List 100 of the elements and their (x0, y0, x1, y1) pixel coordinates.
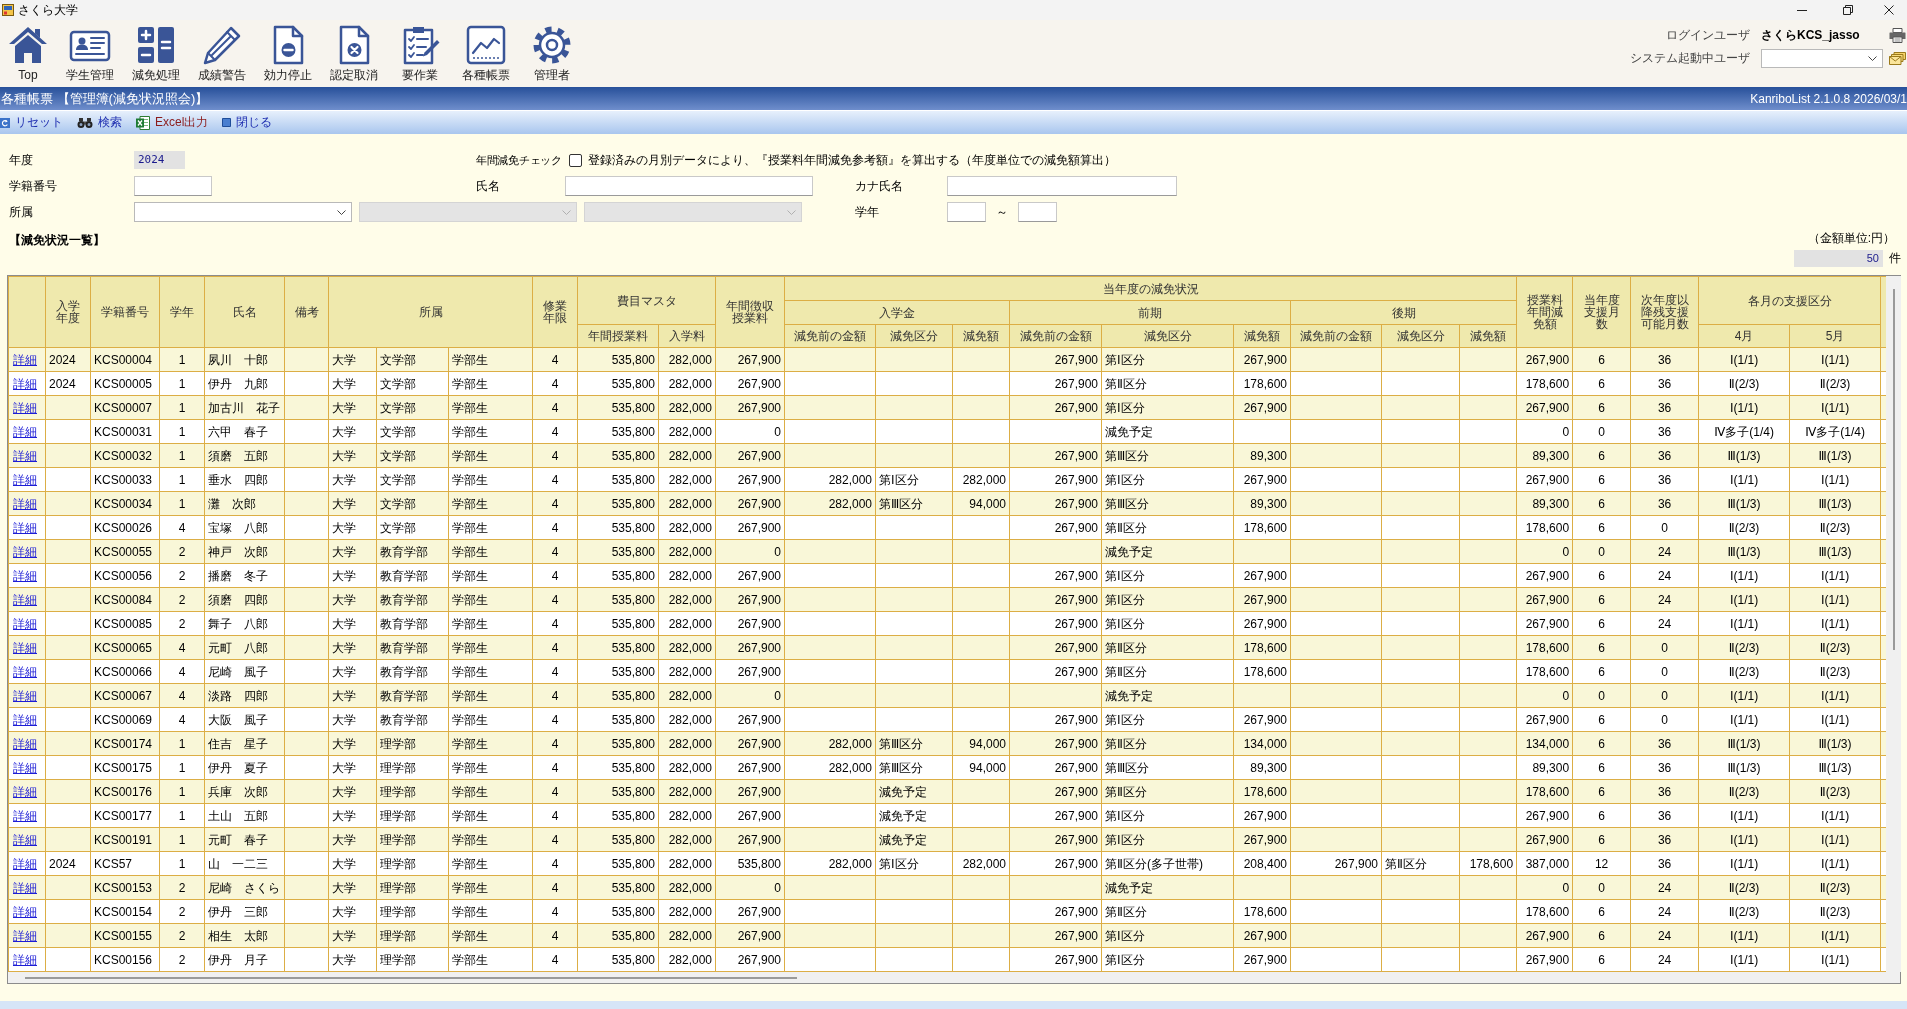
action-button[interactable]: Excel出力 (136, 112, 211, 133)
grade-to-field[interactable] (1018, 202, 1057, 222)
column-header: 入学年度 (45, 276, 91, 348)
chevron-down-icon (562, 209, 571, 215)
table-cell: 減免予定 (1101, 683, 1234, 708)
table-cell: Ⅰ(1/1) (1698, 395, 1790, 420)
record-count-field: 50 (1794, 250, 1883, 267)
affiliation-label: 所属 (9, 203, 34, 221)
table-cell: 267,900 (1009, 491, 1102, 516)
column-header: 当年度支援月数 (1572, 276, 1631, 348)
table-cell: 282,000 (784, 851, 876, 876)
table-cell: 第Ⅰ区分 (1101, 707, 1234, 732)
table-cell: 282,000 (784, 731, 876, 756)
table-cell: Ⅲ(1/3) (1789, 755, 1881, 780)
login-user-label: ログインユーザ (1665, 27, 1751, 44)
record-count-unit: 件 (1889, 250, 1901, 267)
table-cell: 第Ⅰ区分 (1101, 347, 1234, 372)
chevron-down-icon (787, 209, 796, 215)
table-cell: 282,000 (784, 467, 876, 492)
column-header: 所属 (328, 276, 533, 348)
table-cell: 267,900 (1009, 371, 1102, 396)
year-field[interactable]: 2024 (134, 151, 185, 169)
chevron-down-icon (337, 209, 346, 215)
table-cell: 第Ⅰ区分 (1101, 395, 1234, 420)
table-cell: Ⅰ(1/1) (1789, 587, 1881, 612)
window-title: さくら大学 (18, 1, 78, 19)
column-header: 後期 (1290, 300, 1517, 325)
spreadsheet-icon (136, 115, 150, 130)
toolbar-button[interactable]: 各種帳票 (454, 23, 518, 83)
kana-name-field[interactable] (947, 176, 1177, 196)
range-separator: ～ (996, 203, 1008, 221)
table-cell: 第Ⅰ区分 (1101, 563, 1234, 588)
table-cell: Ⅰ(1/1) (1698, 563, 1790, 588)
table-cell: Ⅱ(2/3) (1789, 635, 1881, 660)
table-cell: Ⅱ(2/3) (1698, 659, 1790, 684)
toolbar-button[interactable]: 管理者 (520, 23, 584, 83)
table-cell: 282,000 (784, 491, 876, 516)
toolbar-button[interactable]: 学生管理 (58, 23, 122, 83)
table-cell: 第Ⅱ区分 (1101, 779, 1234, 804)
table-cell: Ⅰ(1/1) (1698, 467, 1790, 492)
table-cell: Ⅰ(1/1) (1698, 587, 1790, 612)
action-button[interactable]: リセット (0, 112, 65, 133)
table-cell: 267,900 (1009, 635, 1102, 660)
table-cell: 第Ⅱ区分 (1101, 371, 1234, 396)
table-cell: Ⅱ(2/3) (1698, 875, 1790, 900)
table-cell: Ⅰ(1/1) (1698, 803, 1790, 828)
table-cell: 第Ⅲ区分 (1101, 443, 1234, 468)
table-cell: 第Ⅲ区分 (1101, 491, 1234, 516)
table-cell: Ⅱ(2/3) (1698, 515, 1790, 540)
checkbox[interactable] (569, 153, 582, 167)
table-cell: Ⅰ(1/1) (1789, 707, 1881, 732)
table-cell: Ⅰ(1/1) (1698, 683, 1790, 708)
line-chart-icon (465, 25, 507, 65)
grade-from-field[interactable] (947, 202, 986, 222)
table-cell: Ⅰ(1/1) (1698, 347, 1790, 372)
column-header: 費目マスタ (577, 276, 716, 325)
table-cell: 第Ⅱ区分 (1101, 515, 1234, 540)
annual-check-text: 登録済みの月別データにより、『授業料年間減免参考額』を算出する（年度単位での減免額算出） (588, 151, 1116, 169)
table-cell: 282,000 (784, 755, 876, 780)
minimize-icon (1797, 9, 1807, 11)
version-text: KanriboList 2.1.0.8 2026/03/1 (1750, 91, 1907, 106)
table-cell: 第Ⅰ区分 (1101, 803, 1234, 828)
name-field[interactable] (565, 176, 813, 196)
table-cell: Ⅰ(1/1) (1789, 803, 1881, 828)
active-users-dropdown[interactable] (1761, 49, 1883, 68)
table-cell: 267,900 (1009, 515, 1102, 540)
table-cell: Ⅲ(1/3) (1789, 539, 1881, 564)
active-users-label: システム起動中ユーザ (1630, 50, 1751, 67)
table-cell: Ⅲ(1/3) (1698, 491, 1790, 516)
table-cell: Ⅲ(1/3) (1789, 491, 1881, 516)
scrollbar-thumb[interactable] (25, 976, 797, 979)
envelopes-icon[interactable] (1889, 52, 1906, 65)
table-cell: Ⅱ(2/3) (1698, 635, 1790, 660)
toolbar-button[interactable]: 減免処理 (124, 23, 188, 83)
home-icon (7, 25, 49, 65)
student-number-field[interactable] (134, 176, 212, 196)
action-button[interactable]: 閉じる (222, 112, 275, 133)
affiliation-dropdown[interactable] (134, 202, 352, 222)
table-cell: 267,900 (1009, 563, 1102, 588)
table-cell: 第Ⅱ区分 (1101, 731, 1234, 756)
annual-check-label: 年間減免チェック (476, 152, 563, 168)
scrollbar-thumb[interactable] (1892, 289, 1895, 650)
toolbar-button[interactable]: 効力停止 (256, 23, 320, 83)
table-cell: Ⅱ(2/3) (1789, 875, 1881, 900)
column-header: 減免区分 (1101, 324, 1234, 348)
toolbar-button[interactable]: 要作業 (388, 23, 452, 83)
pencil-icon (201, 25, 243, 65)
toolbar-button[interactable]: 認定取消 (322, 23, 386, 83)
table-cell: Ⅱ(2/3) (1698, 371, 1790, 396)
toolbar-button[interactable]: 成績警告 (190, 23, 254, 83)
printer-icon[interactable] (1889, 28, 1906, 43)
toolbar-button[interactable]: Top (0, 23, 56, 83)
table-cell: Ⅰ(1/1) (1698, 707, 1790, 732)
table-cell: 減免予定 (1101, 875, 1234, 900)
column-header: 学年 (159, 276, 205, 348)
column-header: 年間徴収授業料 (715, 276, 785, 348)
table-cell: 267,900 (1009, 659, 1102, 684)
action-button[interactable]: 検索 (77, 112, 124, 133)
table-cell: 267,900 (1009, 395, 1102, 420)
table-cell: 第Ⅰ区分 (1101, 467, 1234, 492)
